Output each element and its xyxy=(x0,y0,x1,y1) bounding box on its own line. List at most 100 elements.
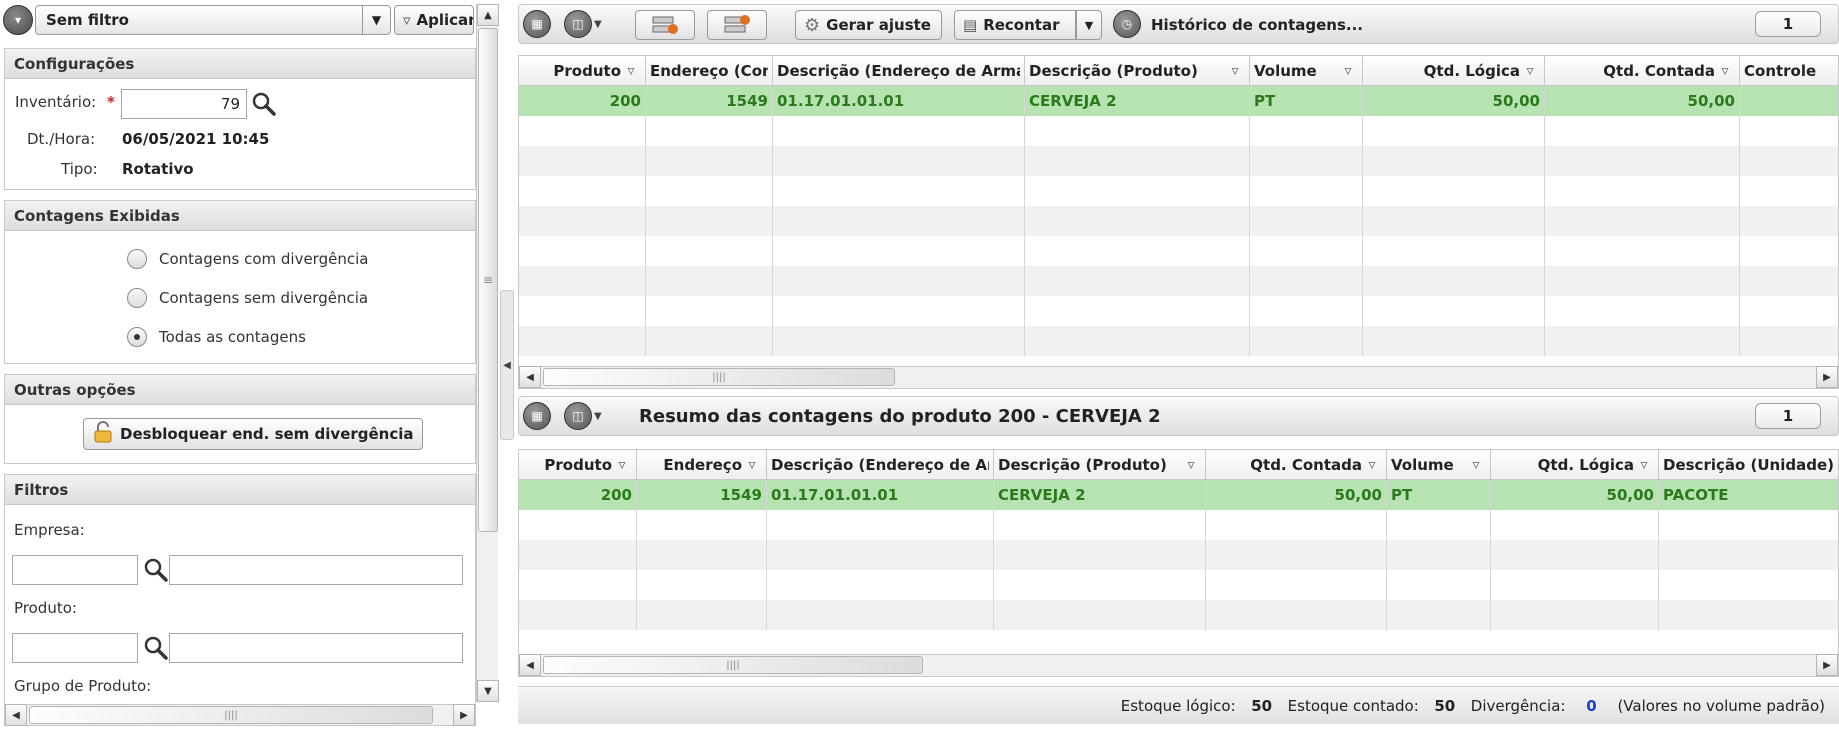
scroll-right-icon[interactable]: ▶ xyxy=(1816,654,1838,676)
produto-search-icon[interactable] xyxy=(143,635,169,661)
empresa-code-input[interactable] xyxy=(12,555,138,585)
empty-cell xyxy=(994,570,1206,600)
scroll-down-icon[interactable]: ▼ xyxy=(477,680,499,702)
bottom-grid-horizontal-scrollbar[interactable]: ◀ |||| ▶ xyxy=(519,654,1838,676)
scroll-right-icon[interactable]: ▶ xyxy=(453,704,475,726)
empty-table-row xyxy=(519,510,1838,540)
col-descricao-endereco[interactable]: Descrição (Endereço de Ar xyxy=(767,450,994,480)
grid-menu-icon[interactable]: ▦ xyxy=(523,10,551,38)
empty-cell xyxy=(1545,236,1740,266)
empty-table-row xyxy=(519,116,1838,146)
scrollbar-thumb[interactable]: |||| xyxy=(29,706,433,724)
filter-select[interactable]: Sem filtro ▼ xyxy=(35,5,391,35)
scroll-right-icon[interactable]: ▶ xyxy=(1816,366,1838,388)
inventory-search-icon[interactable] xyxy=(251,91,277,117)
radio-with-divergence[interactable]: Contagens com divergência xyxy=(127,249,368,269)
empty-cell xyxy=(1250,296,1363,326)
funnel-icon[interactable]: ▿ xyxy=(1181,457,1201,473)
chevron-down-icon[interactable]: ▼ xyxy=(362,6,390,34)
empty-cell xyxy=(1740,266,1838,296)
empty-cell xyxy=(1206,600,1387,630)
col-volume[interactable]: Volume ▿ xyxy=(1250,56,1363,86)
expand-rows-button[interactable] xyxy=(707,10,767,40)
table-row[interactable]: 200 1549 01.17.01.01.01 CERVEJA 2 50,00 … xyxy=(519,480,1838,510)
collapse-rows-button[interactable] xyxy=(635,10,695,40)
col-qtd-logica[interactable]: Qtd. Lógica ▿ xyxy=(1363,56,1545,86)
col-qtd-contada[interactable]: Qtd. Contada ▿ xyxy=(1206,450,1387,480)
inventory-input[interactable]: 79 xyxy=(121,89,247,119)
filter-menu-button[interactable]: ▾ xyxy=(3,5,33,35)
grid-menu-icon[interactable]: ▦ xyxy=(523,402,551,430)
col-descricao-produto[interactable]: Descrição (Produto) ▿ xyxy=(994,450,1206,480)
empty-cell xyxy=(637,540,767,570)
col-descricao-produto[interactable]: Descrição (Produto) ▿ xyxy=(1025,56,1250,86)
left-vertical-scrollbar[interactable]: ▲ ≡ ▼ xyxy=(476,4,499,702)
cell-controle xyxy=(1740,86,1838,116)
empty-cell xyxy=(1363,116,1545,146)
empresa-name-input[interactable] xyxy=(169,555,463,585)
export-menu-button[interactable]: ◫ ▼ xyxy=(564,10,602,38)
col-endereco[interactable]: Endereço (Con xyxy=(646,56,773,86)
col-qtd-contada[interactable]: Qtd. Contada ▿ xyxy=(1545,56,1740,86)
produto-label: Produto: xyxy=(14,599,77,617)
funnel-icon[interactable]: ▿ xyxy=(1362,457,1382,473)
funnel-icon[interactable]: ▿ xyxy=(1466,457,1486,473)
col-volume[interactable]: Volume ▿ xyxy=(1387,450,1491,480)
recount-dropdown-chevron-down-icon[interactable]: ▼ xyxy=(1076,10,1102,40)
produto-name-input[interactable] xyxy=(169,633,463,663)
col-qtd-logica[interactable]: Qtd. Lógica ▿ xyxy=(1491,450,1659,480)
funnel-icon[interactable]: ▿ xyxy=(742,457,762,473)
empty-cell xyxy=(994,540,1206,570)
funnel-icon[interactable]: ▿ xyxy=(1225,63,1245,79)
funnel-icon[interactable]: ▿ xyxy=(612,457,632,473)
funnel-icon[interactable]: ▿ xyxy=(1338,63,1358,79)
radio-all-counts[interactable]: Todas as contagens xyxy=(127,327,306,347)
scrollbar-thumb[interactable]: |||| xyxy=(543,368,895,386)
rows-add-icon xyxy=(724,15,750,33)
scrollbar-thumb[interactable]: ≡ xyxy=(478,28,498,532)
scroll-left-icon[interactable]: ◀ xyxy=(5,704,27,726)
unlock-button[interactable]: Desbloquear end. sem divergência xyxy=(83,418,423,450)
funnel-icon[interactable]: ▿ xyxy=(1520,63,1540,79)
chevron-down-icon: ▼ xyxy=(594,410,602,422)
scroll-left-icon[interactable]: ◀ xyxy=(519,366,541,388)
top-grid-horizontal-scrollbar[interactable]: ◀ |||| ▶ xyxy=(519,366,1838,388)
divergencia-value: 0 xyxy=(1586,697,1597,715)
apply-filter-button[interactable]: ▿ Aplicar xyxy=(394,5,474,35)
empty-cell xyxy=(1250,326,1363,356)
clock-icon[interactable]: ◷ xyxy=(1113,10,1141,38)
funnel-icon[interactable]: ▿ xyxy=(1715,63,1735,79)
left-horizontal-scrollbar[interactable]: ◀ |||| ▶ xyxy=(4,704,476,726)
export-icon: ◫ xyxy=(564,10,592,38)
table-row[interactable]: 200 1549 01.17.01.01.01 CERVEJA 2 PT 50,… xyxy=(519,86,1838,116)
empty-cell xyxy=(1250,146,1363,176)
empresa-search-icon[interactable] xyxy=(143,557,169,583)
empty-cell xyxy=(773,206,1025,236)
scroll-left-icon[interactable]: ◀ xyxy=(519,654,541,676)
radio-button[interactable] xyxy=(127,249,147,269)
produto-code-input[interactable] xyxy=(12,633,138,663)
unlock-icon xyxy=(92,421,114,447)
funnel-icon[interactable]: ▿ xyxy=(1634,457,1654,473)
scrollbar-thumb[interactable]: |||| xyxy=(543,656,923,674)
empty-cell xyxy=(1545,206,1740,236)
funnel-icon[interactable]: ▿ xyxy=(621,63,641,79)
empty-cell xyxy=(519,540,637,570)
history-link[interactable]: Histórico de contagens... xyxy=(1151,16,1363,34)
radio-without-divergence[interactable]: Contagens sem divergência xyxy=(127,288,368,308)
col-descricao-unidade[interactable]: Descrição (Unidade) xyxy=(1659,450,1838,480)
col-endereco[interactable]: Endereço ▿ xyxy=(637,450,767,480)
empty-cell xyxy=(519,266,646,296)
scroll-up-icon[interactable]: ▲ xyxy=(477,4,499,26)
recount-button[interactable]: ▤ Recontar xyxy=(954,10,1076,40)
panel-splitter-collapse-icon[interactable]: ◀ xyxy=(500,290,514,440)
col-produto[interactable]: Produto ▿ xyxy=(519,450,637,480)
radio-button[interactable] xyxy=(127,288,147,308)
col-controle[interactable]: Controle xyxy=(1740,56,1838,86)
totals-line: Estoque lógico: 50 Estoque contado: 50 D… xyxy=(1121,697,1825,715)
radio-button-selected[interactable] xyxy=(127,327,147,347)
generate-adjustment-button[interactable]: ⚙ Gerar ajuste xyxy=(795,10,942,40)
export-menu-button[interactable]: ◫ ▼ xyxy=(564,402,602,430)
col-produto[interactable]: Produto ▿ xyxy=(519,56,646,86)
col-descricao-endereco[interactable]: Descrição (Endereço de Arma xyxy=(773,56,1025,86)
